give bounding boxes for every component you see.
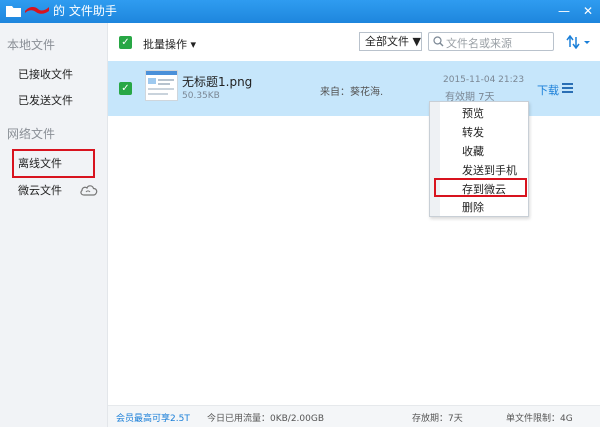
- vip-link[interactable]: 会员最高可享2.5T: [116, 411, 190, 424]
- batch-operations-button[interactable]: 批量操作 ▾: [143, 36, 196, 52]
- minimize-icon[interactable]: —: [556, 3, 572, 19]
- file-date: 2015-11-04 21:23: [443, 75, 525, 85]
- sidebar-heading-local: 本地文件: [7, 38, 56, 52]
- menu-icon[interactable]: [562, 83, 573, 93]
- highlight-box-offline: [12, 149, 95, 178]
- search-input[interactable]: 文件名或来源: [446, 35, 512, 51]
- menu-item-send-to-phone[interactable]: 发送到手机: [462, 164, 517, 178]
- file-thumbnail: [145, 70, 178, 101]
- menu-item-delete[interactable]: 删除: [462, 201, 484, 215]
- sidebar-item-weiyun[interactable]: 微云文件: [18, 183, 103, 199]
- menu-item-favorite[interactable]: 收藏: [462, 145, 484, 159]
- context-menu-strip: [430, 102, 440, 216]
- context-menu: 预览 转发 收藏 发送到手机 存到微云 删除: [429, 101, 529, 217]
- download-button[interactable]: 下载: [537, 82, 559, 98]
- sidebar: 本地文件 已接收文件 已发送文件 网络文件 离线文件 微云文件: [0, 23, 108, 427]
- window-title: 的 文件助手: [53, 4, 117, 18]
- folder-icon: [6, 6, 21, 17]
- search-box[interactable]: 文件名或来源: [428, 32, 554, 51]
- search-icon: [433, 36, 444, 47]
- redacted-name-mark: [25, 6, 49, 14]
- file-checkbox[interactable]: ✓: [119, 82, 132, 95]
- close-icon[interactable]: ✕: [580, 3, 596, 19]
- toolbar: ✓ 批量操作 ▾ 全部文件 ▼ 文件名或来源: [108, 23, 600, 61]
- menu-item-forward[interactable]: 转发: [462, 126, 484, 140]
- file-type-select[interactable]: 全部文件 ▼: [359, 32, 422, 51]
- traffic-usage: 今日已用流量：0KB/2.00GB: [207, 414, 325, 424]
- sort-icon[interactable]: [566, 35, 592, 49]
- file-size-limit: 单文件限制：4G: [506, 414, 573, 424]
- sidebar-item-weiyun-label: 微云文件: [18, 184, 62, 197]
- file-name[interactable]: 无标题1.png: [182, 73, 252, 90]
- retention-period: 存放期：7天: [412, 414, 463, 424]
- title-bar: 的 文件助手 — ✕: [0, 0, 600, 23]
- file-source: 来自：葵花海.: [320, 87, 384, 98]
- cloud-icon: [80, 185, 98, 196]
- sidebar-item-sent[interactable]: 已发送文件: [18, 93, 73, 109]
- status-bar: 会员最高可享2.5T 今日已用流量：0KB/2.00GB 存放期：7天 单文件限…: [108, 405, 600, 427]
- sidebar-heading-network: 网络文件: [7, 127, 56, 141]
- select-all-checkbox[interactable]: ✓: [119, 36, 132, 49]
- highlight-box-save-to-weiyun: [434, 178, 527, 197]
- sidebar-item-received[interactable]: 已接收文件: [18, 67, 73, 83]
- menu-item-preview[interactable]: 预览: [462, 107, 484, 121]
- file-size: 50.35KB: [182, 91, 220, 101]
